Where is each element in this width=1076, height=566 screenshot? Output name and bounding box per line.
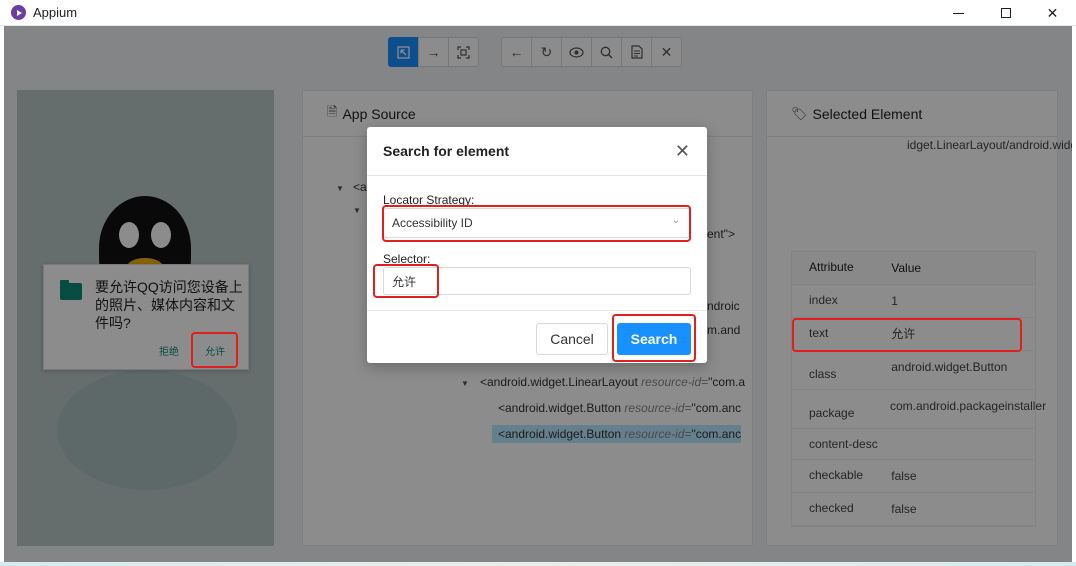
locator-strategy-select[interactable]: Accessibility ID ⌄ — [383, 208, 691, 238]
close-icon: ✕ — [1046, 4, 1059, 21]
maximize-button[interactable] — [982, 0, 1029, 26]
modal-close-button[interactable]: ✕ — [675, 140, 690, 162]
locator-strategy-label: Locator Strategy: — [383, 193, 475, 207]
close-window-button[interactable]: ✕ — [1029, 0, 1076, 26]
modal-body: Locator Strategy: Accessibility ID ⌄ Sel… — [383, 193, 691, 295]
title-bar: Appium ✕ — [0, 0, 1076, 26]
window-controls: ✕ — [935, 0, 1076, 26]
cancel-button[interactable]: Cancel — [536, 323, 608, 355]
locator-strategy-value: Accessibility ID — [392, 216, 473, 230]
desktop-background-strip — [0, 562, 1076, 566]
appium-logo-icon — [11, 5, 26, 20]
selector-input[interactable]: 允许 — [383, 267, 691, 295]
chevron-down-icon: ⌄ — [671, 215, 680, 226]
selector-value: 允许 — [392, 274, 417, 289]
maximize-icon — [1000, 8, 1011, 18]
minimize-button[interactable] — [935, 0, 982, 26]
window-title: Appium — [33, 5, 78, 20]
modal-footer: Cancel Search — [367, 310, 707, 363]
search-submit-button[interactable]: Search — [617, 323, 691, 355]
minimize-icon — [953, 12, 964, 14]
search-element-modal: Search for element ✕ Locator Strategy: A… — [367, 127, 707, 363]
modal-title: Search for element — [367, 127, 707, 176]
selector-label: Selector: — [383, 252, 431, 266]
